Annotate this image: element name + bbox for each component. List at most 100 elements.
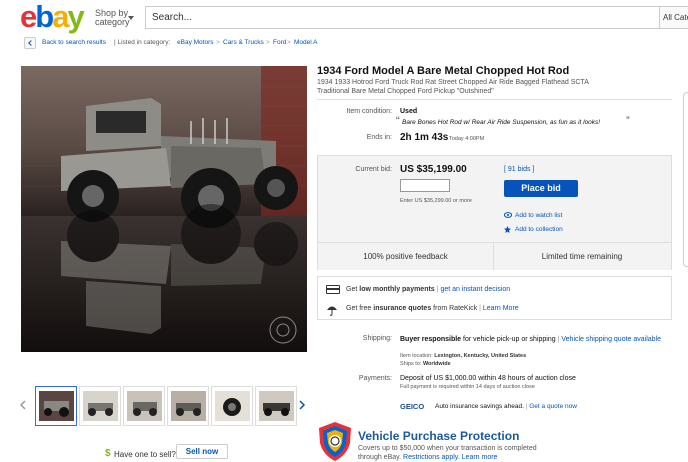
- credit-card-icon: [326, 285, 340, 294]
- dollar-icon: $: [105, 448, 111, 459]
- payments-prefix: Get: [346, 286, 358, 293]
- logo-letter-b: b: [35, 0, 54, 34]
- insurance-learn-more-link[interactable]: Learn More: [483, 305, 519, 312]
- thumbnail-4[interactable]: [167, 386, 209, 426]
- thumbnail-1[interactable]: [35, 386, 77, 426]
- ships-to-label: Ships to:: [400, 361, 422, 367]
- chevron-down-icon: [128, 16, 134, 20]
- bid-panel: Current bid: US $35,199.00 [ 91 bids ] E…: [317, 155, 672, 270]
- shield-icon: [319, 422, 351, 461]
- logo-letter-e: e: [20, 0, 37, 34]
- thumbnail-strip: [19, 386, 307, 426]
- ships-to-row: Ships to: Worldwide: [400, 361, 451, 367]
- breadcrumb: Back to search results | Listed in categ…: [24, 37, 424, 49]
- payments-line: Get low monthly payments | get an instan…: [346, 286, 510, 293]
- pipe-separator: |: [525, 403, 528, 410]
- ebay-logo[interactable]: ebay: [20, 0, 85, 34]
- bid-amount-input[interactable]: [400, 179, 450, 192]
- thumbnail-image: [39, 391, 74, 421]
- payments-label: Payments:: [358, 375, 392, 382]
- back-arrow-icon[interactable]: [24, 37, 36, 49]
- crumb-model-a[interactable]: Model A: [294, 37, 318, 49]
- instant-decision-link[interactable]: get an instant decision: [440, 286, 510, 293]
- shipping-text: for vehicle pick-up or shipping: [463, 336, 556, 343]
- protection-title: Vehicle Purchase Protection: [358, 429, 520, 443]
- payment-deposit: Deposit of US $1,000.00 within 48 hours …: [400, 375, 576, 382]
- header: ebay Shop by category Search... All Cate: [0, 0, 688, 34]
- pipe-separator: |: [479, 305, 481, 312]
- item-location-row: Item location: Lexington, Kentucky, Unit…: [400, 353, 526, 359]
- listed-in-label: | Listed in category:: [114, 39, 171, 46]
- divider: [317, 99, 672, 100]
- place-bid-button[interactable]: Place bid: [504, 180, 578, 197]
- logo-letter-a: a: [52, 0, 69, 34]
- shipping-line: Buyer responsible for vehicle pick-up or…: [400, 335, 672, 344]
- eye-icon: [504, 212, 512, 218]
- main-listing-photo[interactable]: [21, 66, 307, 352]
- crumb-separator: >: [216, 39, 220, 46]
- crumb-separator: >: [266, 39, 270, 46]
- pipe-separator: |: [557, 336, 560, 343]
- seller-stats-row: 100% positive feedback Limited time rema…: [318, 242, 671, 270]
- search-category-select[interactable]: All Cate: [659, 7, 688, 28]
- current-bid-value: US $35,199.00: [400, 164, 467, 175]
- thumbnail-image: [171, 391, 206, 421]
- financing-panel: Get low monthly payments | get an instan…: [317, 276, 672, 320]
- chevron-right-icon[interactable]: [298, 400, 306, 410]
- geico-row: Auto insurance savings ahead. | Get a qu…: [435, 403, 577, 410]
- condition-label: Item condition:: [346, 108, 392, 115]
- insurance-prefix: Get free: [346, 305, 372, 312]
- ends-time: Today 4:00PM: [449, 136, 485, 142]
- star-icon: [504, 226, 511, 233]
- vehicle-purchase-protection: Vehicle Purchase Protection Covers up to…: [317, 418, 672, 462]
- geico-logo: GEICO: [400, 402, 425, 411]
- add-to-watch-list-link[interactable]: Add to watch list: [515, 212, 562, 219]
- thumbnail-5[interactable]: [211, 386, 253, 426]
- hot-rod-truck-image: [21, 66, 307, 352]
- item-location-value: Lexington, Kentucky, United States: [434, 353, 527, 359]
- thumbnail-2[interactable]: [79, 386, 121, 426]
- buyer-responsible: Buyer responsible: [400, 336, 462, 343]
- sell-now-button[interactable]: Sell now: [176, 444, 228, 459]
- geico-quote-link[interactable]: Get a quote now: [529, 403, 577, 410]
- insurance-from: from RateKick: [433, 305, 478, 312]
- thumbnail-3[interactable]: [123, 386, 165, 426]
- feedback-stat: 100% positive feedback: [318, 243, 494, 270]
- condition-quote: Bare Bones Hot Rod w/ Rear Air Ride Susp…: [402, 119, 601, 126]
- chevron-left-icon[interactable]: [19, 400, 27, 410]
- listing-title: 1934 Ford Model A Bare Metal Chopped Hot…: [317, 65, 570, 77]
- crumb-cars-trucks[interactable]: Cars & Trucks: [223, 37, 264, 49]
- protection-learn-more-link[interactable]: Learn more: [462, 454, 498, 461]
- vehicle-shipping-quote-link[interactable]: Vehicle shipping quote available: [561, 336, 661, 343]
- bid-count-link[interactable]: [ 91 bids ]: [504, 166, 534, 173]
- insurance-line: Get free insurance quotes from RateKick …: [346, 305, 519, 312]
- shop-by-category[interactable]: Shop by category: [95, 9, 134, 27]
- bid-input-hint: Enter US $35,299.00 or more: [400, 198, 472, 204]
- side-panel-tab[interactable]: [683, 92, 688, 267]
- quote-close-icon: ”: [626, 115, 630, 127]
- search-placeholder: Search...: [152, 12, 193, 23]
- thumbnail-image: [127, 391, 162, 421]
- crumb-ebay-motors[interactable]: eBay Motors: [177, 37, 214, 49]
- payment-full: Full payment is required within 14 days …: [400, 384, 535, 390]
- back-to-search-link[interactable]: Back to search results: [42, 37, 106, 49]
- logo-letter-y: y: [67, 0, 84, 34]
- search-input[interactable]: Search... All Cate: [145, 6, 688, 29]
- sell-prompt: Have one to sell?: [114, 450, 176, 459]
- insurance-bold: insurance quotes: [373, 305, 432, 312]
- thumbnail-image: [83, 391, 118, 421]
- ends-countdown: 2h 1m 43s: [400, 132, 449, 143]
- item-location-label: Item location:: [400, 353, 433, 359]
- crumb-separator: >: [287, 39, 291, 46]
- pipe-separator: |: [436, 286, 439, 293]
- condition-value: Used: [400, 108, 418, 115]
- protection-text-block: Covers up to $50,000 when your transacti…: [358, 444, 558, 462]
- listing-subtitle: 1934 1933 Hotrod Ford Truck Rod Rat Stre…: [317, 79, 589, 95]
- add-to-collection-link[interactable]: Add to collection: [515, 226, 563, 233]
- crumb-ford[interactable]: Ford: [273, 37, 286, 49]
- umbrella-icon: [327, 306, 337, 316]
- restrictions-link[interactable]: Restrictions apply.: [403, 454, 460, 461]
- quote-open-icon: “: [396, 115, 400, 127]
- thumbnail-6[interactable]: [255, 386, 297, 426]
- ends-label: Ends in:: [366, 134, 392, 141]
